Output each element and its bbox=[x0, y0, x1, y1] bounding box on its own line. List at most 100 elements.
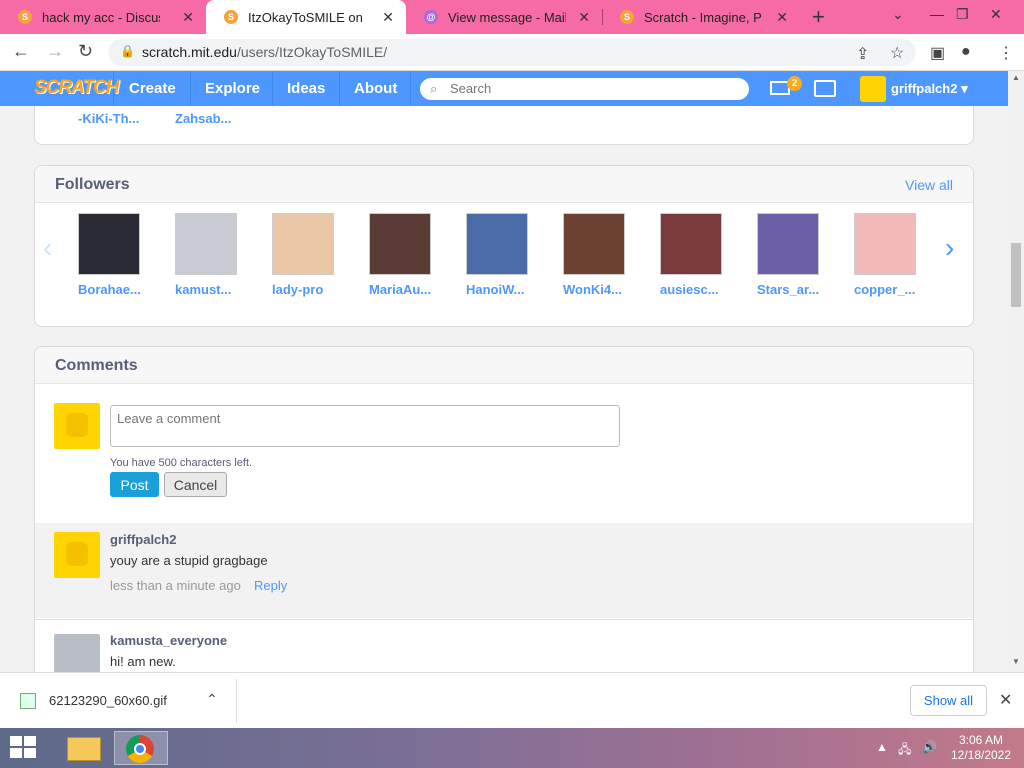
comment-author-avatar[interactable] bbox=[54, 634, 100, 672]
comment-author-name[interactable]: kamusta_everyone bbox=[110, 633, 227, 648]
address-bar[interactable]: 🔒 scratch.mit.edu/users/ItzOkayToSMILE/ … bbox=[108, 39, 916, 66]
post-comment-button[interactable]: Post bbox=[110, 472, 159, 497]
close-tab-icon[interactable]: ✕ bbox=[776, 9, 788, 26]
volume-icon[interactable]: 🔊 bbox=[922, 740, 937, 754]
back-arrow-icon[interactable]: ← bbox=[12, 41, 30, 62]
forward-arrow-icon[interactable]: → bbox=[46, 41, 64, 62]
close-window-icon[interactable]: ✕ bbox=[990, 6, 1002, 23]
follower-thumbnail[interactable] bbox=[466, 213, 528, 275]
nav-ideas[interactable]: Ideas bbox=[287, 80, 325, 97]
tab-title: Scratch - Imagine, Progr bbox=[644, 9, 762, 25]
tab-mail[interactable]: @ View message - Mail.tm ✕ bbox=[406, 0, 602, 34]
follower-thumbnail[interactable] bbox=[272, 213, 334, 275]
follower-thumbnail[interactable] bbox=[757, 213, 819, 275]
side-panel-icon[interactable]: ▣ bbox=[930, 43, 945, 63]
messages-count-badge: 2 bbox=[787, 76, 802, 91]
file-explorer-taskbar-icon[interactable] bbox=[58, 731, 112, 765]
nav-divider bbox=[190, 71, 191, 106]
follower-thumbnail[interactable] bbox=[660, 213, 722, 275]
close-tab-icon[interactable]: ✕ bbox=[382, 9, 394, 26]
follower-thumbnail[interactable] bbox=[175, 213, 237, 275]
chevron-up-icon[interactable]: ⌃ bbox=[206, 691, 218, 708]
comment-author-name[interactable]: griffpalch2 bbox=[110, 532, 176, 547]
follower-name[interactable]: kamust... bbox=[175, 282, 231, 297]
tab-title: ItzOkayToSMILE on Scrat bbox=[248, 9, 366, 25]
profile-page: -KiKi-Th... Zahsab... Followers View all… bbox=[0, 106, 1008, 672]
follower-name[interactable]: HanoiW... bbox=[466, 282, 525, 297]
comment-textarea[interactable] bbox=[110, 405, 620, 447]
tab-discuss[interactable]: S hack my acc - Discuss Sc ✕ bbox=[0, 0, 206, 34]
nav-divider bbox=[272, 71, 273, 106]
follower-name[interactable]: MariaAu... bbox=[369, 282, 431, 297]
follower-name[interactable]: Stars_ar... bbox=[757, 282, 819, 297]
download-file-name[interactable]: 62123290_60x60.gif bbox=[49, 693, 167, 708]
my-stuff-folder-icon[interactable] bbox=[814, 80, 836, 97]
tab-scratch-home[interactable]: S Scratch - Imagine, Progr ✕ bbox=[602, 0, 800, 34]
system-clock[interactable]: 3:06 AM 12/18/2022 bbox=[948, 733, 1014, 763]
comments-header: Comments bbox=[35, 347, 973, 384]
more-menu-icon[interactable]: ⋮ bbox=[998, 43, 1014, 63]
browser-toolbar: ← → ↻ 🔒 scratch.mit.edu/users/ItzOkayToS… bbox=[0, 34, 1024, 71]
scrollbar-thumb[interactable] bbox=[1011, 243, 1021, 307]
followers-box: Followers View all ‹ Borahae... kamust...… bbox=[34, 165, 974, 327]
tab-search-chevron-icon[interactable]: ⌄ bbox=[892, 6, 904, 23]
reload-icon[interactable]: ↻ bbox=[78, 41, 93, 62]
close-tab-icon[interactable]: ✕ bbox=[182, 9, 194, 26]
user-avatar[interactable] bbox=[860, 76, 886, 102]
share-icon[interactable]: ⇪ bbox=[856, 44, 869, 64]
follower-thumbnail[interactable] bbox=[369, 213, 431, 275]
follower-name[interactable]: WonKi4... bbox=[563, 282, 622, 297]
profile-icon[interactable]: ● bbox=[961, 43, 971, 61]
nav-create[interactable]: Create bbox=[129, 80, 176, 97]
show-hidden-icons-chevron-icon[interactable]: ▲ bbox=[876, 740, 888, 754]
carousel-next-arrow-icon[interactable]: › bbox=[945, 232, 954, 264]
follower-thumbnail[interactable] bbox=[563, 213, 625, 275]
follower-thumbnail[interactable] bbox=[854, 213, 916, 275]
carousel-prev-arrow-icon[interactable]: ‹ bbox=[43, 232, 52, 264]
windows-start-icon[interactable] bbox=[10, 736, 38, 760]
url-text: scratch.mit.edu/users/ItzOkayToSMILE/ bbox=[142, 44, 387, 60]
minimize-icon[interactable]: — bbox=[930, 6, 944, 22]
nav-divider bbox=[410, 71, 411, 106]
comment-text: hi! am new. bbox=[110, 654, 176, 669]
scratch-logo[interactable]: SCRATCH bbox=[34, 77, 119, 99]
comment-timestamp: less than a minute ago bbox=[110, 578, 241, 593]
follower-thumbnail[interactable] bbox=[78, 213, 140, 275]
cancel-comment-button[interactable]: Cancel bbox=[164, 472, 227, 497]
close-tab-icon[interactable]: ✕ bbox=[578, 9, 590, 26]
following-user-name[interactable]: Zahsab... bbox=[175, 111, 231, 126]
following-user-name[interactable]: -KiKi-Th... bbox=[78, 111, 139, 126]
account-username[interactable]: griffpalch2 ▾ bbox=[891, 81, 968, 97]
restore-icon[interactable]: ❐ bbox=[956, 6, 969, 23]
tab-profile[interactable]: S ItzOkayToSMILE on Scrat ✕ bbox=[206, 0, 406, 34]
comment-author-avatar[interactable] bbox=[54, 532, 100, 578]
nav-explore[interactable]: Explore bbox=[205, 80, 260, 97]
scroll-up-icon[interactable]: ▲ bbox=[1012, 73, 1020, 82]
show-all-downloads-button[interactable]: Show all bbox=[910, 685, 987, 716]
page-scrollbar[interactable]: ▲ ▼ bbox=[1008, 71, 1024, 672]
browser-tab-strip: S hack my acc - Discuss Sc ✕ S ItzOkayTo… bbox=[0, 0, 1024, 34]
followers-view-all-link[interactable]: View all bbox=[905, 177, 953, 193]
followers-header: Followers View all bbox=[35, 166, 973, 203]
avatar-face-icon bbox=[66, 413, 88, 437]
search-input[interactable] bbox=[450, 81, 740, 96]
new-tab-button[interactable]: + bbox=[812, 4, 825, 30]
follower-name[interactable]: ausiesc... bbox=[660, 282, 719, 297]
nav-divider bbox=[113, 71, 114, 106]
bookmark-star-icon[interactable]: ☆ bbox=[890, 43, 904, 63]
network-icon[interactable]: 🖧 bbox=[898, 740, 911, 761]
follower-name[interactable]: copper_... bbox=[854, 282, 915, 297]
follower-name[interactable]: Borahae... bbox=[78, 282, 141, 297]
chrome-taskbar-icon[interactable] bbox=[114, 731, 168, 765]
comment-text: youy are a stupid gragbage bbox=[110, 553, 268, 568]
lock-icon: 🔒 bbox=[120, 44, 135, 58]
nav-divider bbox=[339, 71, 340, 106]
comment-item: kamusta_everyone hi! am new. bbox=[35, 619, 973, 672]
nav-about[interactable]: About bbox=[354, 80, 397, 97]
close-download-bar-icon[interactable]: ✕ bbox=[999, 690, 1012, 710]
mail-favicon-icon: @ bbox=[424, 10, 438, 24]
scroll-down-icon[interactable]: ▼ bbox=[1012, 657, 1020, 666]
comment-reply-link[interactable]: Reply bbox=[254, 578, 287, 593]
search-box[interactable]: ⌕ bbox=[420, 78, 749, 100]
follower-name[interactable]: lady-pro bbox=[272, 282, 323, 297]
